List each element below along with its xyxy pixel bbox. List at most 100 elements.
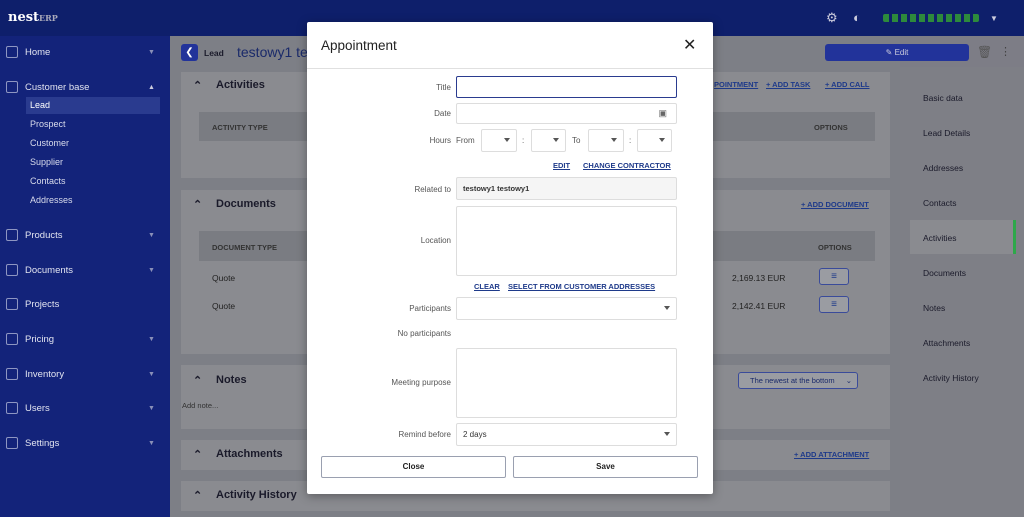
section-nav-documents[interactable]: Documents bbox=[923, 268, 966, 278]
gear-icon bbox=[6, 437, 18, 449]
section-nav-basic-data[interactable]: Basic data bbox=[923, 93, 963, 103]
title-input[interactable] bbox=[456, 76, 677, 98]
sidebar-sub-customer[interactable]: Customer bbox=[26, 135, 160, 152]
close-icon[interactable]: ✕ bbox=[683, 35, 696, 55]
sidebar-sub-addresses[interactable]: Addresses bbox=[26, 192, 160, 209]
back-button[interactable]: ❮ bbox=[181, 44, 198, 61]
from-minute-select[interactable] bbox=[531, 129, 566, 152]
chevron-down-icon: ▼ bbox=[148, 371, 155, 378]
more-options-icon[interactable]: ⋮ bbox=[1000, 45, 1011, 58]
close-button[interactable]: Close bbox=[321, 456, 506, 478]
section-nav-lead-details[interactable]: Lead Details bbox=[923, 128, 970, 138]
add-note-input[interactable]: Add note... bbox=[182, 401, 218, 410]
save-button[interactable]: Save bbox=[513, 456, 698, 478]
user-menu-chevron-icon[interactable]: ▼ bbox=[990, 14, 998, 23]
chevron-down-icon: ▼ bbox=[148, 440, 155, 447]
sidebar-item-home[interactable]: Home bbox=[6, 46, 50, 58]
edit-button[interactable]: ✎ Edit bbox=[825, 44, 969, 61]
related-to-field: testowy1 testowy1 bbox=[456, 177, 677, 200]
sidebar-sub-lead[interactable]: Lead bbox=[26, 97, 160, 114]
document-icon bbox=[6, 264, 18, 276]
box-icon bbox=[6, 229, 18, 241]
section-nav-attachments[interactable]: Attachments bbox=[923, 338, 970, 348]
chevron-down-icon: ▼ bbox=[148, 49, 155, 56]
col-options: OPTIONS bbox=[814, 123, 848, 132]
time-separator: : bbox=[629, 136, 632, 145]
add-appointment-link[interactable]: POINTMENT bbox=[714, 80, 758, 89]
no-participants-text: No participants bbox=[397, 329, 451, 338]
sidebar-item-projects[interactable]: Projects bbox=[6, 298, 59, 310]
section-nav-activities[interactable]: Activities bbox=[923, 233, 957, 243]
location-textarea[interactable] bbox=[456, 206, 677, 276]
table-row-type: Quote bbox=[212, 273, 236, 283]
sidebar-item-settings[interactable]: Settings bbox=[6, 437, 59, 449]
record-type-badge: Lead bbox=[204, 48, 224, 58]
add-document-link[interactable]: + ADD DOCUMENT bbox=[801, 200, 869, 209]
from-hour-select[interactable] bbox=[481, 129, 517, 152]
to-label: To bbox=[572, 136, 581, 145]
col-options: OPTIONS bbox=[818, 243, 852, 252]
settings-gear-icon[interactable]: ⚙ bbox=[826, 10, 838, 26]
row-options-button[interactable]: ≡ bbox=[819, 268, 849, 285]
page-title: testowy1 te bbox=[237, 44, 308, 60]
date-input[interactable]: ▣ bbox=[456, 103, 677, 124]
remind-before-select[interactable]: 2 days bbox=[456, 423, 677, 446]
trash-icon[interactable]: 🗑 bbox=[977, 45, 992, 59]
sidebar-item-customer-base[interactable]: Customer base bbox=[6, 81, 89, 93]
chevron-up-icon[interactable]: ⌃ bbox=[193, 198, 202, 211]
sidebar-item-documents[interactable]: Documents bbox=[6, 264, 73, 276]
add-attachment-link[interactable]: + ADD ATTACHMENT bbox=[794, 450, 869, 459]
appointment-dialog: Appointment ✕ Title Date ▣ Hours From : … bbox=[307, 22, 713, 494]
sidebar-item-users[interactable]: Users bbox=[6, 402, 50, 414]
chevron-down-icon: ▼ bbox=[148, 232, 155, 239]
app-logo[interactable]: nestERP bbox=[8, 10, 58, 25]
row-options-button[interactable]: ≡ bbox=[819, 296, 849, 313]
sidebar-item-inventory[interactable]: Inventory bbox=[6, 368, 64, 380]
sidebar-item-products[interactable]: Products bbox=[6, 229, 63, 241]
change-contractor-link[interactable]: CHANGE CONTRACTOR bbox=[583, 161, 671, 170]
chevron-up-icon[interactable]: ⌃ bbox=[193, 374, 202, 387]
section-nav-activity-history[interactable]: Activity History bbox=[923, 373, 979, 383]
sidebar-sub-contacts[interactable]: Contacts bbox=[26, 173, 160, 190]
notification-icon[interactable]: ◐ bbox=[853, 10, 861, 25]
dialog-title: Appointment bbox=[321, 38, 397, 53]
sidebar-item-pricing[interactable]: Pricing bbox=[6, 333, 54, 345]
meeting-purpose-textarea[interactable] bbox=[456, 348, 677, 418]
chevron-up-icon[interactable]: ⌃ bbox=[193, 448, 202, 461]
add-call-link[interactable]: + ADD CALL bbox=[825, 80, 870, 89]
sidebar-sub-prospect[interactable]: Prospect bbox=[26, 116, 160, 133]
pricing-icon bbox=[6, 333, 18, 345]
to-hour-select[interactable] bbox=[588, 129, 624, 152]
notes-sort-select[interactable]: The newest at the bottom ⌄ bbox=[738, 372, 858, 389]
chevron-up-icon[interactable]: ⌃ bbox=[193, 79, 202, 92]
meeting-purpose-label: Meeting purpose bbox=[391, 378, 451, 387]
calendar-icon[interactable]: ▣ bbox=[658, 108, 667, 119]
user-icon bbox=[6, 402, 18, 414]
location-label: Location bbox=[420, 236, 451, 245]
select-customer-address-link[interactable]: SELECT FROM CUSTOMER ADDRESSES bbox=[508, 282, 655, 291]
sidebar-sub-supplier[interactable]: Supplier bbox=[26, 154, 160, 171]
chart-icon bbox=[6, 368, 18, 380]
user-name[interactable] bbox=[883, 14, 979, 22]
table-row-type: Quote bbox=[212, 301, 236, 311]
clear-link[interactable]: CLEAR bbox=[474, 282, 500, 291]
date-label: Date bbox=[434, 109, 451, 118]
table-row-amount: 2,142.41 EUR bbox=[732, 301, 786, 311]
time-separator: : bbox=[522, 136, 525, 145]
home-icon bbox=[6, 46, 18, 58]
section-nav-notes[interactable]: Notes bbox=[923, 303, 945, 313]
participants-select[interactable] bbox=[456, 297, 677, 320]
chevron-down-icon: ▼ bbox=[148, 267, 155, 274]
edit-link[interactable]: EDIT bbox=[553, 161, 570, 170]
section-nav-addresses[interactable]: Addresses bbox=[923, 163, 963, 173]
dialog-divider bbox=[307, 68, 713, 69]
attachments-title: Attachments bbox=[216, 448, 283, 460]
hours-label: Hours bbox=[429, 136, 451, 145]
section-nav-contacts[interactable]: Contacts bbox=[923, 198, 957, 208]
to-minute-select[interactable] bbox=[637, 129, 672, 152]
chevron-down-icon: ▼ bbox=[148, 405, 155, 412]
add-task-link[interactable]: + ADD TASK bbox=[766, 80, 810, 89]
chevron-up-icon[interactable]: ⌃ bbox=[193, 489, 202, 502]
participants-label: Participants bbox=[409, 304, 451, 313]
sidebar: Home ▼ Customer base ▲ Lead Prospect Cus… bbox=[0, 36, 170, 517]
